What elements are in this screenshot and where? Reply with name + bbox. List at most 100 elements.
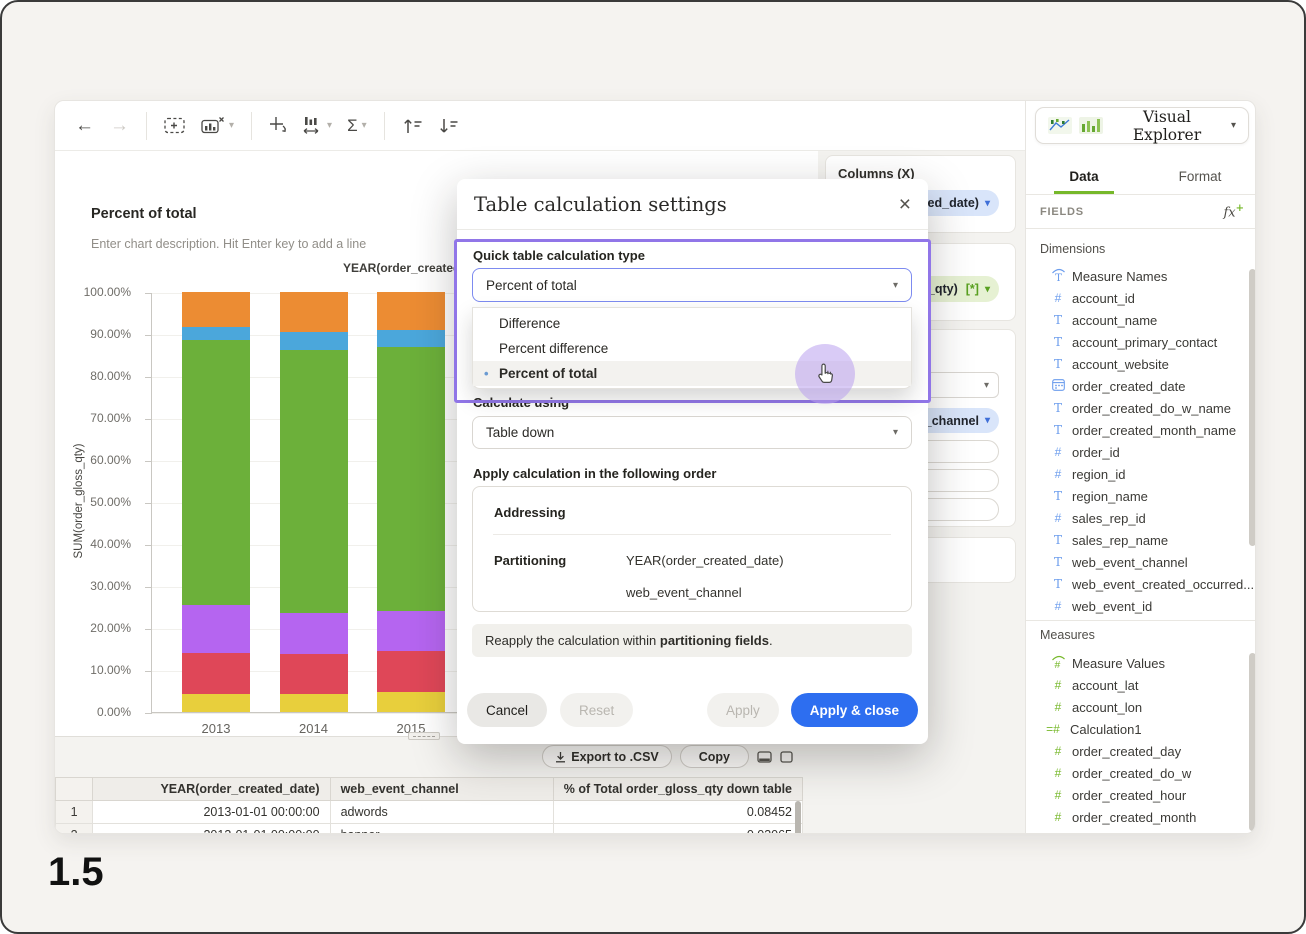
- stacked-bar[interactable]: [182, 292, 250, 712]
- field-item[interactable]: #account_id: [1026, 287, 1244, 309]
- number-field-icon: #: [1048, 511, 1068, 525]
- segment-blue[interactable]: [280, 332, 348, 350]
- segment-orange[interactable]: [182, 292, 250, 327]
- row-number-cell[interactable]: 2: [56, 824, 93, 835]
- tab-data[interactable]: Data: [1026, 158, 1142, 194]
- chart-size-button[interactable]: ▾: [303, 116, 332, 136]
- field-item[interactable]: #region_id: [1026, 463, 1244, 485]
- calculate-using-select[interactable]: Table down ▾: [472, 416, 912, 449]
- y-tick-label: 100.00%: [61, 285, 131, 299]
- segment-yellow[interactable]: [377, 692, 445, 712]
- row-number-cell[interactable]: 1: [56, 801, 93, 824]
- table-scrollbar-thumb[interactable]: [795, 801, 801, 834]
- segment-green[interactable]: [377, 347, 445, 611]
- field-item[interactable]: #sales_rep_id: [1026, 507, 1244, 529]
- segment-yellow[interactable]: [280, 694, 348, 713]
- forward-button[interactable]: →: [110, 116, 129, 135]
- swap-axes-button[interactable]: [269, 116, 289, 136]
- collapse-table-button[interactable]: [757, 751, 772, 763]
- dimensions-scrollbar-thumb[interactable]: [1249, 269, 1256, 546]
- row-number-header[interactable]: [56, 778, 93, 801]
- stacked-bar[interactable]: [280, 292, 348, 712]
- field-item[interactable]: #order_created_month: [1026, 806, 1244, 828]
- field-item[interactable]: #account_lat: [1026, 674, 1244, 696]
- field-item[interactable]: =#Calculation1: [1026, 718, 1244, 740]
- stacked-bar[interactable]: [377, 292, 445, 712]
- segment-blue[interactable]: [377, 330, 445, 347]
- field-item[interactable]: #account_lon: [1026, 696, 1244, 718]
- cancel-button[interactable]: Cancel: [467, 693, 547, 727]
- segment-green[interactable]: [182, 340, 250, 605]
- sort-ascending-button[interactable]: [402, 117, 424, 135]
- field-item[interactable]: Torder_created_do_w_name: [1026, 397, 1244, 419]
- dimensions-section-label: Dimensions: [1040, 242, 1105, 256]
- chevron-down-icon: ▾: [985, 284, 990, 295]
- add-calculated-field-button[interactable]: fx+: [1223, 203, 1244, 220]
- table-cell[interactable]: adwords: [330, 801, 553, 824]
- field-item[interactable]: #order_created_quarter: [1026, 828, 1244, 834]
- segment-yellow[interactable]: [182, 694, 250, 712]
- field-item[interactable]: Tweb_event_created_occurred...: [1026, 573, 1244, 595]
- visualization-type-switcher[interactable]: Visual Explorer ▾: [1035, 107, 1249, 144]
- close-icon[interactable]: ×: [899, 194, 911, 215]
- column-header[interactable]: % of Total order_gloss_qty down table: [553, 778, 802, 801]
- tab-format[interactable]: Format: [1142, 158, 1256, 194]
- swap-axes-icon: [269, 116, 289, 136]
- y-tick-mark: [145, 461, 152, 462]
- field-item[interactable]: Taccount_name: [1026, 309, 1244, 331]
- field-item[interactable]: #order_created_day: [1026, 740, 1244, 762]
- back-icon: ←: [75, 116, 94, 135]
- table-cell[interactable]: 0.03065: [553, 824, 802, 835]
- segment-purple[interactable]: [280, 613, 348, 655]
- table-cell[interactable]: 2013-01-01 00:00:00: [93, 801, 330, 824]
- field-item[interactable]: Tregion_name: [1026, 485, 1244, 507]
- segment-orange[interactable]: [280, 292, 348, 332]
- field-item[interactable]: Tsales_rep_name: [1026, 529, 1244, 551]
- field-item[interactable]: Taccount_primary_contact: [1026, 331, 1244, 353]
- segment-blue[interactable]: [182, 327, 250, 340]
- table-cell[interactable]: 2013-01-01 00:00:00: [93, 824, 330, 835]
- field-item[interactable]: #Measure Values: [1026, 652, 1244, 674]
- apply-close-button[interactable]: Apply & close: [791, 693, 918, 727]
- segment-orange[interactable]: [377, 292, 445, 330]
- number-field-icon: #: [1048, 678, 1068, 692]
- table-cell[interactable]: banner: [330, 824, 553, 835]
- field-item[interactable]: #order_id: [1026, 441, 1244, 463]
- segment-red[interactable]: [182, 653, 250, 695]
- field-item[interactable]: Tweb_event_channel: [1026, 551, 1244, 573]
- duplicate-chart-button[interactable]: [164, 116, 186, 135]
- aggregate-button[interactable]: Σ ▾: [347, 117, 367, 134]
- apply-button[interactable]: Apply: [707, 693, 779, 727]
- forward-icon: →: [110, 116, 129, 135]
- field-item[interactable]: #order_created_do_w: [1026, 762, 1244, 784]
- field-label: Measure Names: [1072, 269, 1167, 284]
- dropdown-option[interactable]: Difference: [473, 311, 911, 336]
- segment-green[interactable]: [280, 350, 348, 613]
- field-item[interactable]: Torder_created_month_name: [1026, 419, 1244, 441]
- measures-scrollbar-thumb[interactable]: [1249, 653, 1256, 831]
- quick-calc-select[interactable]: Percent of total ▾: [472, 268, 912, 302]
- chart-title[interactable]: Percent of total: [91, 206, 197, 222]
- copy-button[interactable]: Copy: [680, 745, 749, 768]
- field-item[interactable]: Taccount_website: [1026, 353, 1244, 375]
- remove-chart-button[interactable]: ▾: [201, 116, 234, 135]
- segment-red[interactable]: [377, 651, 445, 692]
- text-field-icon: T: [1048, 577, 1068, 591]
- chart-description-placeholder[interactable]: Enter chart description. Hit Enter key t…: [91, 237, 366, 251]
- segment-red[interactable]: [280, 654, 348, 693]
- back-button[interactable]: ←: [75, 116, 94, 135]
- field-item[interactable]: order_created_date: [1026, 375, 1244, 397]
- export-csv-button[interactable]: Export to .CSV: [542, 745, 672, 768]
- expand-table-button[interactable]: [780, 751, 793, 763]
- column-header[interactable]: web_event_channel: [330, 778, 553, 801]
- table-cell[interactable]: 0.08452: [553, 801, 802, 824]
- segment-purple[interactable]: [182, 605, 250, 653]
- segment-purple[interactable]: [377, 611, 445, 651]
- field-item[interactable]: TMeasure Names: [1026, 265, 1244, 287]
- reset-button[interactable]: Reset: [560, 693, 633, 727]
- column-header[interactable]: YEAR(order_created_date): [93, 778, 330, 801]
- field-label: Calculation1: [1070, 722, 1142, 737]
- field-item[interactable]: #web_event_id: [1026, 595, 1244, 617]
- sort-descending-button[interactable]: [438, 117, 460, 135]
- field-item[interactable]: #order_created_hour: [1026, 784, 1244, 806]
